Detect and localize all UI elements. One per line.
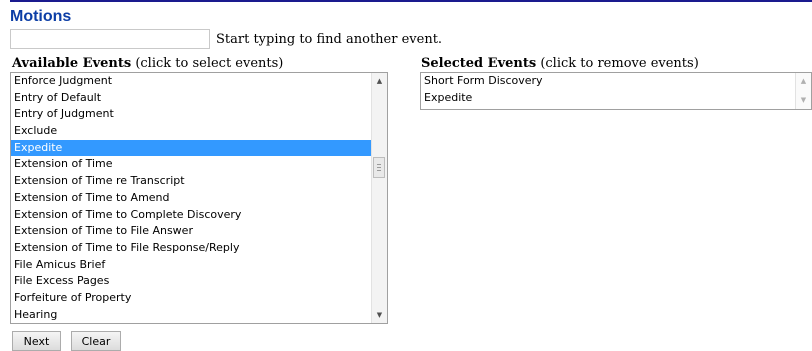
selected-events-heading-bold: Selected Events: [421, 56, 537, 71]
next-button[interactable]: Next: [12, 331, 61, 351]
selected-events-options: Short Form Discovery Expedite: [421, 73, 811, 106]
scroll-down-arrow-icon[interactable]: ▼: [372, 307, 387, 323]
selected-events-heading-note: (click to remove events): [540, 56, 699, 71]
title-bar: Motions: [10, 0, 812, 25]
thumb-grip-line: [377, 164, 381, 165]
available-event-option[interactable]: Entry of Default: [11, 90, 387, 107]
available-events-scrollbar[interactable]: ▲ ▼: [371, 73, 387, 323]
available-event-option[interactable]: Extension of Time to File Response/Reply: [11, 240, 387, 257]
event-search-input[interactable]: [10, 29, 210, 49]
thumb-grip-line: [377, 170, 381, 171]
selected-events-scrollbar[interactable]: ▲ ▼: [795, 73, 811, 109]
available-event-option[interactable]: File Excess Pages: [11, 273, 387, 290]
clear-button[interactable]: Clear: [71, 331, 121, 351]
selected-event-option[interactable]: Expedite: [421, 90, 811, 107]
available-event-option[interactable]: Extension of Time to File Answer: [11, 223, 387, 240]
scroll-up-arrow-icon[interactable]: ▲: [796, 73, 811, 90]
scrollbar-thumb[interactable]: [373, 157, 385, 178]
available-events-heading-note: (click to select events): [135, 56, 284, 71]
page-title: Motions: [10, 8, 72, 25]
selected-events-heading: Selected Events (click to remove events): [421, 56, 699, 71]
available-event-option[interactable]: Extension of Time re Transcript: [11, 173, 387, 190]
scroll-up-arrow-icon[interactable]: ▲: [372, 73, 387, 89]
available-events-heading-bold: Available Events: [12, 56, 132, 71]
available-events-options: Enforce Judgment Entry of Default Entry of…: [11, 73, 387, 323]
available-events-list[interactable]: Enforce Judgment Entry of Default Entry of…: [10, 72, 388, 324]
scroll-down-arrow-icon[interactable]: ▼: [796, 92, 811, 109]
available-event-option[interactable]: Extension of Time: [11, 156, 387, 173]
available-event-option[interactable]: Expedite: [11, 139, 387, 157]
selected-events-list[interactable]: Short Form Discovery Expedite ▲ ▼: [420, 72, 812, 110]
available-event-option[interactable]: Enforce Judgment: [11, 73, 387, 90]
available-event-option[interactable]: Hearing: [11, 307, 387, 323]
available-event-option[interactable]: Extension of Time to Amend: [11, 190, 387, 207]
available-event-option[interactable]: Extension of Time to Complete Discovery: [11, 207, 387, 224]
selected-event-option[interactable]: Short Form Discovery: [421, 73, 811, 90]
available-events-heading: Available Events (click to select events…: [12, 56, 283, 71]
available-event-option[interactable]: File Amicus Brief: [11, 257, 387, 274]
search-hint: Start typing to find another event.: [216, 32, 443, 47]
thumb-grip-line: [377, 167, 381, 168]
available-event-option[interactable]: Exclude: [11, 123, 387, 140]
available-event-option[interactable]: Entry of Judgment: [11, 106, 387, 123]
available-event-option[interactable]: Forfeiture of Property: [11, 290, 387, 307]
